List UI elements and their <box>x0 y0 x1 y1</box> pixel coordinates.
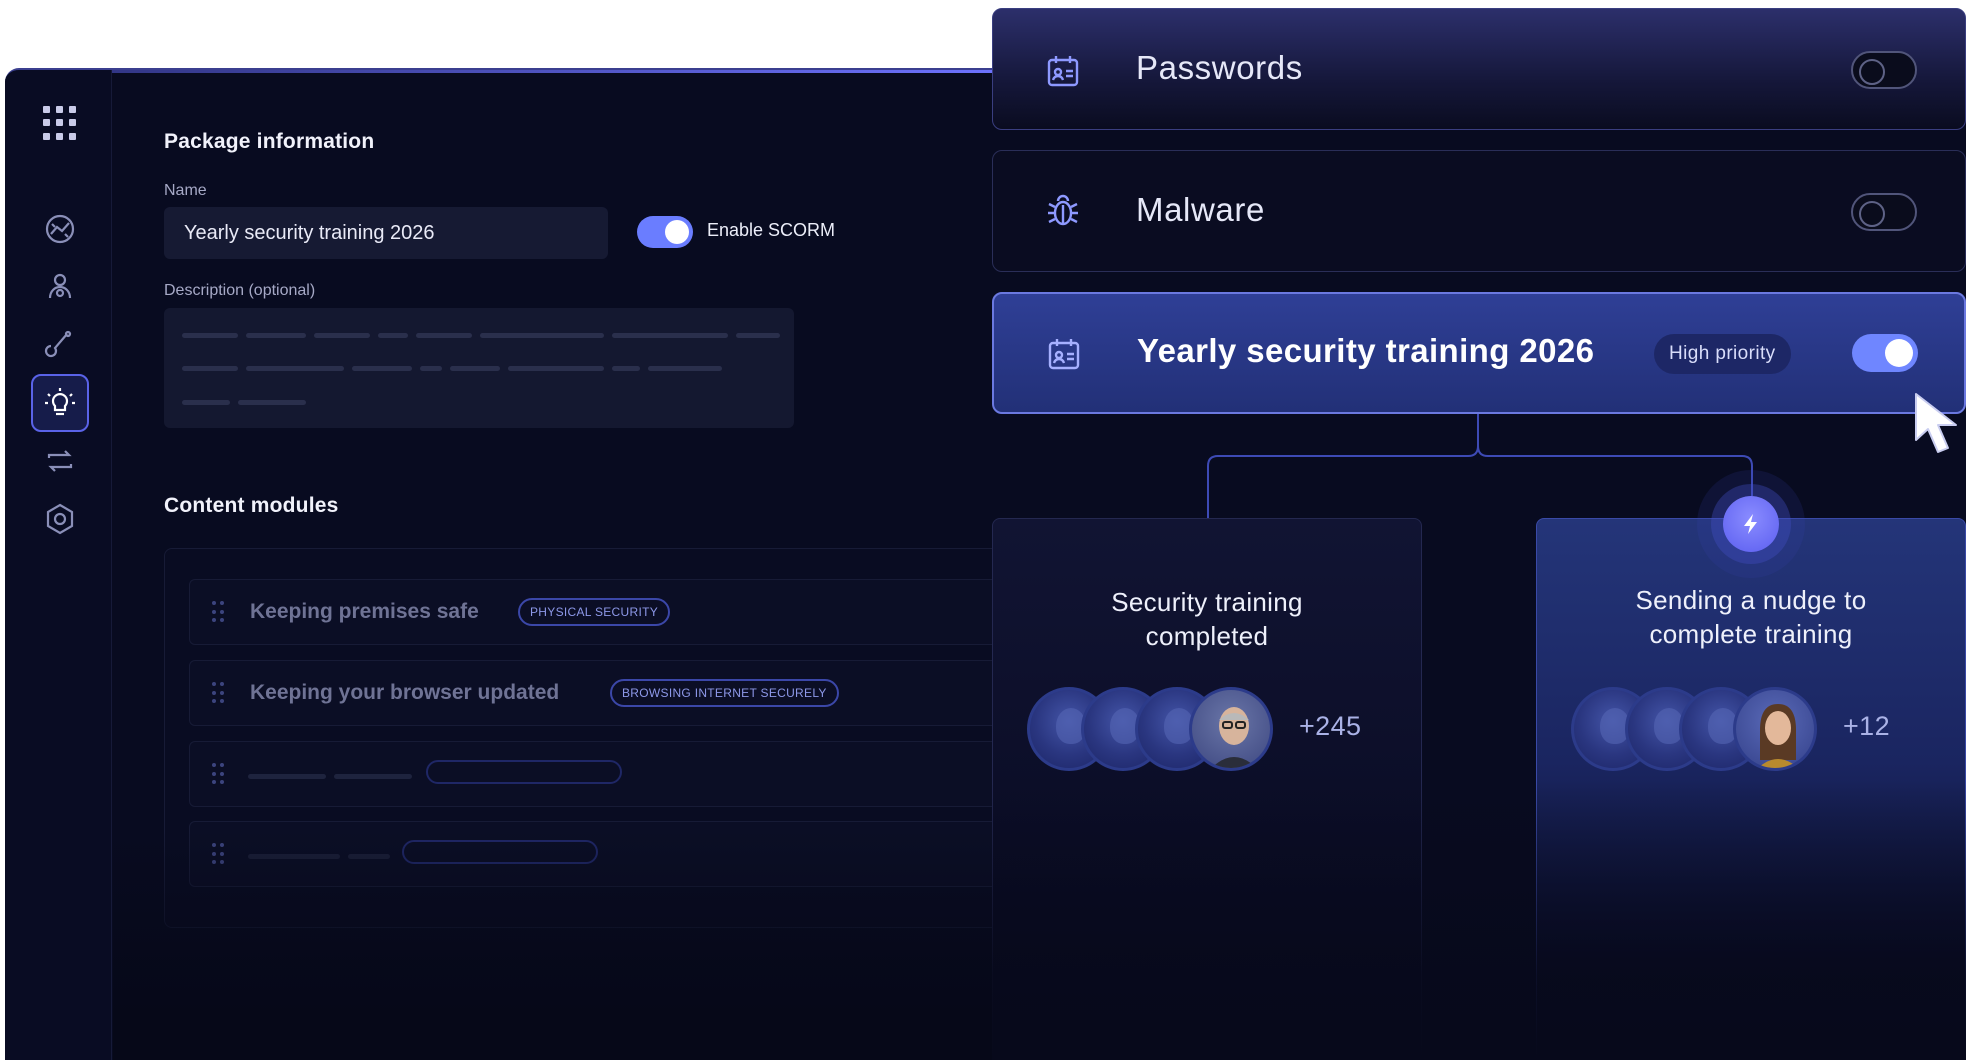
topic-toggle[interactable] <box>1851 51 1917 89</box>
result-title-line1: Security training <box>1111 587 1303 617</box>
scorm-label: Enable SCORM <box>707 220 836 240</box>
stage: Package information Name Enable SCORM De… <box>0 0 1966 1060</box>
scorm-toggle[interactable] <box>637 216 693 248</box>
lightning-bolt-icon <box>1723 496 1779 552</box>
bug-icon <box>1045 193 1081 229</box>
module-tag: BROWSING INTERNET SECURELY <box>610 679 839 707</box>
drag-handle-icon <box>212 763 226 785</box>
users-icon[interactable] <box>31 258 89 316</box>
id-card-calendar-icon <box>1046 336 1082 372</box>
dashboard-icon[interactable] <box>31 200 89 258</box>
drag-handle-icon[interactable] <box>212 682 226 704</box>
avatar <box>1733 687 1817 771</box>
drag-handle-icon <box>212 843 226 865</box>
apps-grid-icon[interactable] <box>43 106 77 140</box>
drag-handle-icon[interactable] <box>212 601 226 623</box>
result-card-nudge: Sending a nudge to complete training +12 <box>1536 518 1966 1060</box>
avatar-extra-count: +245 <box>1299 711 1362 741</box>
id-card-calendar-icon <box>1045 53 1081 89</box>
sync-icon[interactable] <box>31 432 89 490</box>
name-label: Name <box>164 182 207 199</box>
module-title: Keeping premises safe <box>250 600 479 623</box>
modules-section-title: Content modules <box>164 494 339 517</box>
mouse-cursor-icon <box>1915 393 1957 453</box>
module-row-placeholder <box>189 821 1119 887</box>
modules-list: Keeping premises safe PHYSICAL SECURITY … <box>164 548 1119 928</box>
phishing-hook-icon[interactable] <box>31 316 89 374</box>
training-bulb-icon[interactable] <box>31 374 89 432</box>
result-title-line1: Sending a nudge to <box>1635 585 1867 615</box>
module-row-placeholder <box>189 741 1119 807</box>
module-row[interactable]: Keeping your browser updated BROWSING IN… <box>189 660 1119 726</box>
description-label: Description (optional) <box>164 282 316 299</box>
module-title: Keeping your browser updated <box>250 681 560 704</box>
avatar-extra-count: +12 <box>1843 711 1890 741</box>
module-row[interactable]: Keeping premises safe PHYSICAL SECURITY <box>189 579 1119 645</box>
topic-card-malware[interactable]: Malware <box>992 150 1966 272</box>
avatar <box>1189 687 1273 771</box>
module-tag: PHYSICAL SECURITY <box>518 598 671 626</box>
settings-hex-icon[interactable] <box>31 490 89 548</box>
result-card-completed: Security training completed +245 <box>992 518 1422 1060</box>
topic-title: Yearly security training 2026 <box>1137 332 1595 369</box>
sidebar <box>5 70 112 1060</box>
topic-card-yearly-training[interactable]: Yearly security training 2026 High prior… <box>992 292 1966 414</box>
topic-title: Passwords <box>1136 49 1303 86</box>
result-title-line2: completed <box>1145 621 1269 651</box>
priority-badge: High priority <box>1654 334 1791 374</box>
topic-toggle[interactable] <box>1852 334 1918 372</box>
topic-title: Malware <box>1136 191 1265 228</box>
name-input[interactable] <box>164 207 608 259</box>
result-title-line2: complete training <box>1649 619 1853 649</box>
topic-toggle[interactable] <box>1851 193 1917 231</box>
description-textarea[interactable] <box>164 308 794 428</box>
topic-card-passwords[interactable]: Passwords <box>992 8 1966 130</box>
package-section-title: Package information <box>164 130 375 153</box>
